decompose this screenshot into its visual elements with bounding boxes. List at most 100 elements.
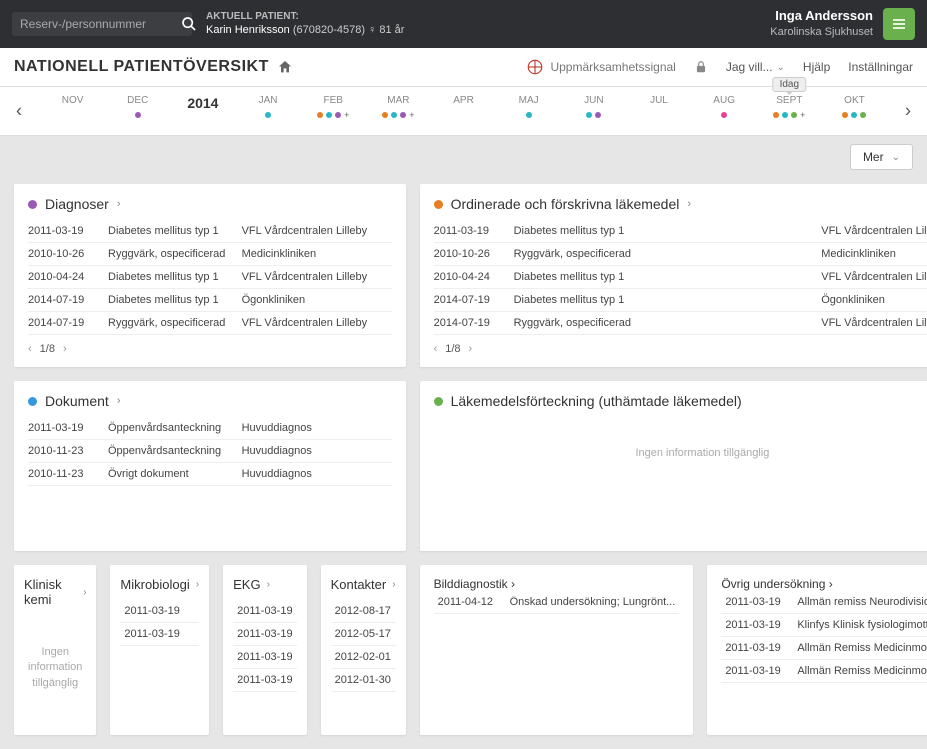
- list-item[interactable]: 2012-05-17: [331, 623, 396, 646]
- row-text: Allmän Remiss Medicinmott KSK...: [797, 665, 927, 677]
- row-date: 2010-10-26: [28, 248, 98, 260]
- card-header-diagnoser[interactable]: Diagnoser ›: [28, 196, 392, 212]
- table-row[interactable]: 2011-03-19Diabetes mellitus typ 1VFL Vår…: [28, 220, 392, 243]
- row-source: VFL Vårdcentralen Lilleby: [821, 317, 927, 329]
- card-header-dokument[interactable]: Dokument ›: [28, 393, 392, 409]
- table-row[interactable]: 2010-11-23Övrigt dokumentHuvuddiagnos: [28, 463, 392, 486]
- chevron-right-icon: ›: [392, 579, 395, 590]
- card-header-ordinerade[interactable]: Ordinerade och förskrivna läkemedel ›: [434, 196, 927, 212]
- table-row[interactable]: 2014-07-19Ryggvärk, ospecificeradVFL Vår…: [434, 312, 927, 335]
- month-maj[interactable]: MAJ: [496, 95, 561, 120]
- jag-vill-dropdown[interactable]: Jag vill... ⌄: [726, 60, 785, 74]
- list-item[interactable]: 2011-03-19Allmän Remiss Medicinmott KSK.…: [721, 660, 927, 683]
- timeline: ‹ NOV DEC 2014 JAN FEB+ MAR+ APR MAJ JUN…: [0, 87, 927, 136]
- row-date: 2014-07-19: [28, 294, 98, 306]
- list-item[interactable]: 2011-03-19: [120, 600, 199, 623]
- pager-prev[interactable]: ‹: [28, 343, 32, 355]
- card-header-bild[interactable]: Bilddiagnostik ›: [434, 577, 680, 591]
- search-input[interactable]: [20, 17, 175, 31]
- pager-next[interactable]: ›: [469, 343, 473, 355]
- row-date: 2010-11-23: [28, 468, 98, 480]
- card-header-lakemedel[interactable]: Läkemedelsförteckning (uthämtade läkemed…: [434, 393, 927, 409]
- table-row[interactable]: 2010-04-24Diabetes mellitus typ 1VFL Vår…: [434, 266, 927, 289]
- attention-label: Uppmärksamhetssignal: [550, 60, 675, 74]
- month-mar[interactable]: MAR+: [366, 95, 431, 120]
- table-row[interactable]: 2011-03-19Diabetes mellitus typ 1VFL Vår…: [434, 220, 927, 243]
- list-item[interactable]: 2011-04-12Önskad undersökning; Lungrönt.…: [434, 591, 680, 614]
- menu-button[interactable]: [883, 8, 915, 40]
- settings-link[interactable]: Inställningar: [848, 60, 913, 74]
- month-sept[interactable]: Idag SEPT +: [757, 95, 822, 120]
- row-date: 2010-10-26: [434, 248, 504, 260]
- row-text: Övrigt dokument: [108, 468, 232, 480]
- table-row[interactable]: 2014-07-19Ryggvärk, ospecificeradVFL Vår…: [28, 312, 392, 335]
- list-item[interactable]: 2011-03-19: [233, 600, 296, 623]
- row-date: 2011-03-19: [28, 422, 98, 434]
- row-source: Huvuddiagnos: [242, 445, 392, 457]
- table-row[interactable]: 2010-10-26Ryggvärk, ospecificeradMedicin…: [434, 243, 927, 266]
- card-header-mikro[interactable]: Mikrobiologi ›: [120, 577, 199, 592]
- status-dot: [434, 200, 443, 209]
- table-row[interactable]: 2011-03-19ÖppenvårdsanteckningHuvuddiagn…: [28, 417, 392, 440]
- pager-prev[interactable]: ‹: [434, 343, 438, 355]
- patient-id: (670820-4578): [293, 24, 365, 36]
- month-jun[interactable]: JUN: [561, 95, 626, 120]
- chevron-right-icon: ›: [687, 198, 691, 210]
- list-item[interactable]: 2011-03-19: [233, 623, 296, 646]
- card-ekg: EKG › 2011-03-192011-03-192011-03-192011…: [223, 565, 306, 735]
- pager-next[interactable]: ›: [63, 343, 67, 355]
- month-2014[interactable]: 2014: [170, 95, 235, 125]
- month-nov[interactable]: NOV: [40, 95, 105, 120]
- row-source: VFL Vårdcentralen Lilleby: [242, 271, 392, 283]
- timeline-next[interactable]: ›: [899, 95, 917, 128]
- month-okt[interactable]: OKT: [822, 95, 887, 120]
- month-jul[interactable]: JUL: [626, 95, 691, 120]
- home-icon[interactable]: [277, 59, 293, 75]
- list-item[interactable]: 2011-03-19Allmän remiss Neurodivisionen.…: [721, 591, 927, 614]
- card-header-ovrig[interactable]: Övrig undersökning ›: [721, 577, 927, 591]
- list-item[interactable]: 2012-02-01: [331, 646, 396, 669]
- row-text: Ryggvärk, ospecificerad: [514, 317, 812, 329]
- patient-block: AKTUELL PATIENT: Karin Henriksson (67082…: [206, 10, 404, 37]
- month-jan[interactable]: JAN: [235, 95, 300, 120]
- chevron-right-icon: ›: [117, 395, 121, 407]
- list-item[interactable]: 2012-01-30: [331, 669, 396, 692]
- table-row[interactable]: 2010-11-23ÖppenvårdsanteckningHuvuddiagn…: [28, 440, 392, 463]
- table-row[interactable]: 2010-10-26Ryggvärk, ospecificeradMedicin…: [28, 243, 392, 266]
- list-item[interactable]: 2011-03-19: [233, 646, 296, 669]
- mer-button[interactable]: Mer ⌄: [850, 144, 913, 170]
- list-item[interactable]: 2011-03-19: [120, 623, 199, 646]
- card-header-ekg[interactable]: EKG ›: [233, 577, 296, 592]
- month-dec[interactable]: DEC: [105, 95, 170, 120]
- user-block: Inga Andersson Karolinska Sjukhuset: [770, 8, 873, 39]
- row-text: Allmän Remiss Medicinmott KSK...: [797, 642, 927, 654]
- row-text: Ryggvärk, ospecificerad: [108, 248, 232, 260]
- card-header-kontakter[interactable]: Kontakter ›: [331, 577, 396, 592]
- status-dot: [28, 397, 37, 406]
- row-source: VFL Vårdcentralen Lilleby: [821, 225, 927, 237]
- list-item[interactable]: 2012-08-17: [331, 600, 396, 623]
- list-item[interactable]: 2011-03-19Allmän Remiss Medicinmott KSK.…: [721, 637, 927, 660]
- list-item[interactable]: 2011-03-19: [233, 669, 296, 692]
- attention-signal[interactable]: Uppmärksamhetssignal: [526, 58, 675, 76]
- month-aug[interactable]: AUG: [692, 95, 757, 120]
- table-row[interactable]: 2014-07-19Diabetes mellitus typ 1Ögonkli…: [28, 289, 392, 312]
- lock-icon[interactable]: [694, 60, 708, 74]
- row-text: Diabetes mellitus typ 1: [514, 225, 812, 237]
- month-feb[interactable]: FEB+: [301, 95, 366, 120]
- help-link[interactable]: Hjälp: [803, 60, 830, 74]
- jag-vill-label: Jag vill...: [726, 60, 773, 74]
- table-row[interactable]: 2010-04-24Diabetes mellitus typ 1VFL Vår…: [28, 266, 392, 289]
- table-row[interactable]: 2014-07-19Diabetes mellitus typ 1Ögonkli…: [434, 289, 927, 312]
- card-title: Mikrobiologi: [120, 577, 189, 592]
- search-icon[interactable]: [181, 16, 197, 32]
- month-apr[interactable]: APR: [431, 95, 496, 120]
- search-wrap[interactable]: [12, 12, 192, 36]
- row-source: VFL Vårdcentralen Lilleby: [242, 225, 392, 237]
- row-date: 2010-04-24: [434, 271, 504, 283]
- today-tag: Idag: [773, 77, 806, 92]
- card-header-klinisk[interactable]: Klinisk kemi ›: [24, 577, 86, 607]
- list-item[interactable]: 2011-03-19Klinfys Klinisk fysiologimott …: [721, 614, 927, 637]
- row-text: Klinfys Klinisk fysiologimott KSK...: [797, 619, 927, 631]
- row-text: Öppenvårdsanteckning: [108, 445, 232, 457]
